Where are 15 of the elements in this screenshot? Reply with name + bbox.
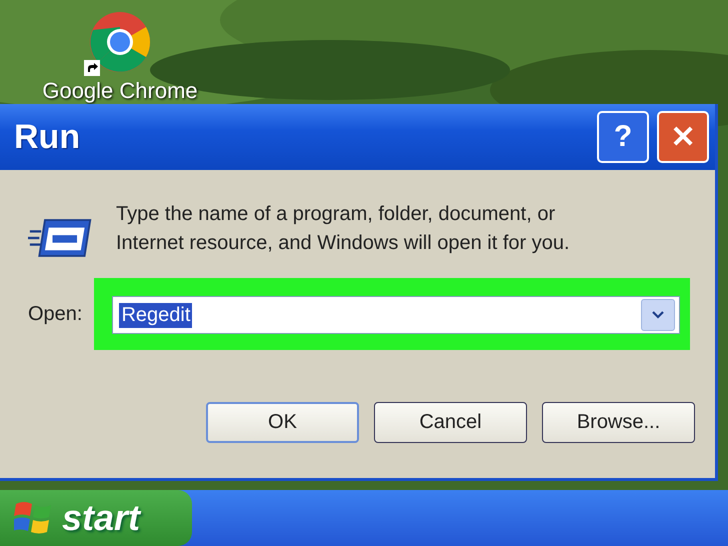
command-combobox[interactable]: Regedit bbox=[112, 296, 680, 334]
ok-button[interactable]: OK bbox=[206, 402, 359, 443]
instruction-text: Type the name of a program, folder, document, or Internet resource, and Windows will open it for you. bbox=[116, 202, 571, 256]
caret-icon bbox=[652, 311, 664, 319]
icon-label: Google Chrome bbox=[42, 78, 198, 104]
dropdown-button[interactable] bbox=[641, 299, 676, 331]
windows-logo-icon bbox=[14, 500, 54, 536]
window-title: Run bbox=[14, 118, 80, 156]
browser-icon[interactable] bbox=[88, 10, 152, 74]
browse-button[interactable]: Browse... bbox=[542, 402, 695, 443]
start-button[interactable]: start bbox=[0, 490, 192, 546]
close-button[interactable]: ✕ bbox=[657, 111, 709, 163]
open-label: Open: bbox=[28, 302, 82, 326]
cancel-button[interactable]: Cancel bbox=[374, 402, 527, 443]
help-button[interactable]: ? bbox=[597, 111, 649, 163]
